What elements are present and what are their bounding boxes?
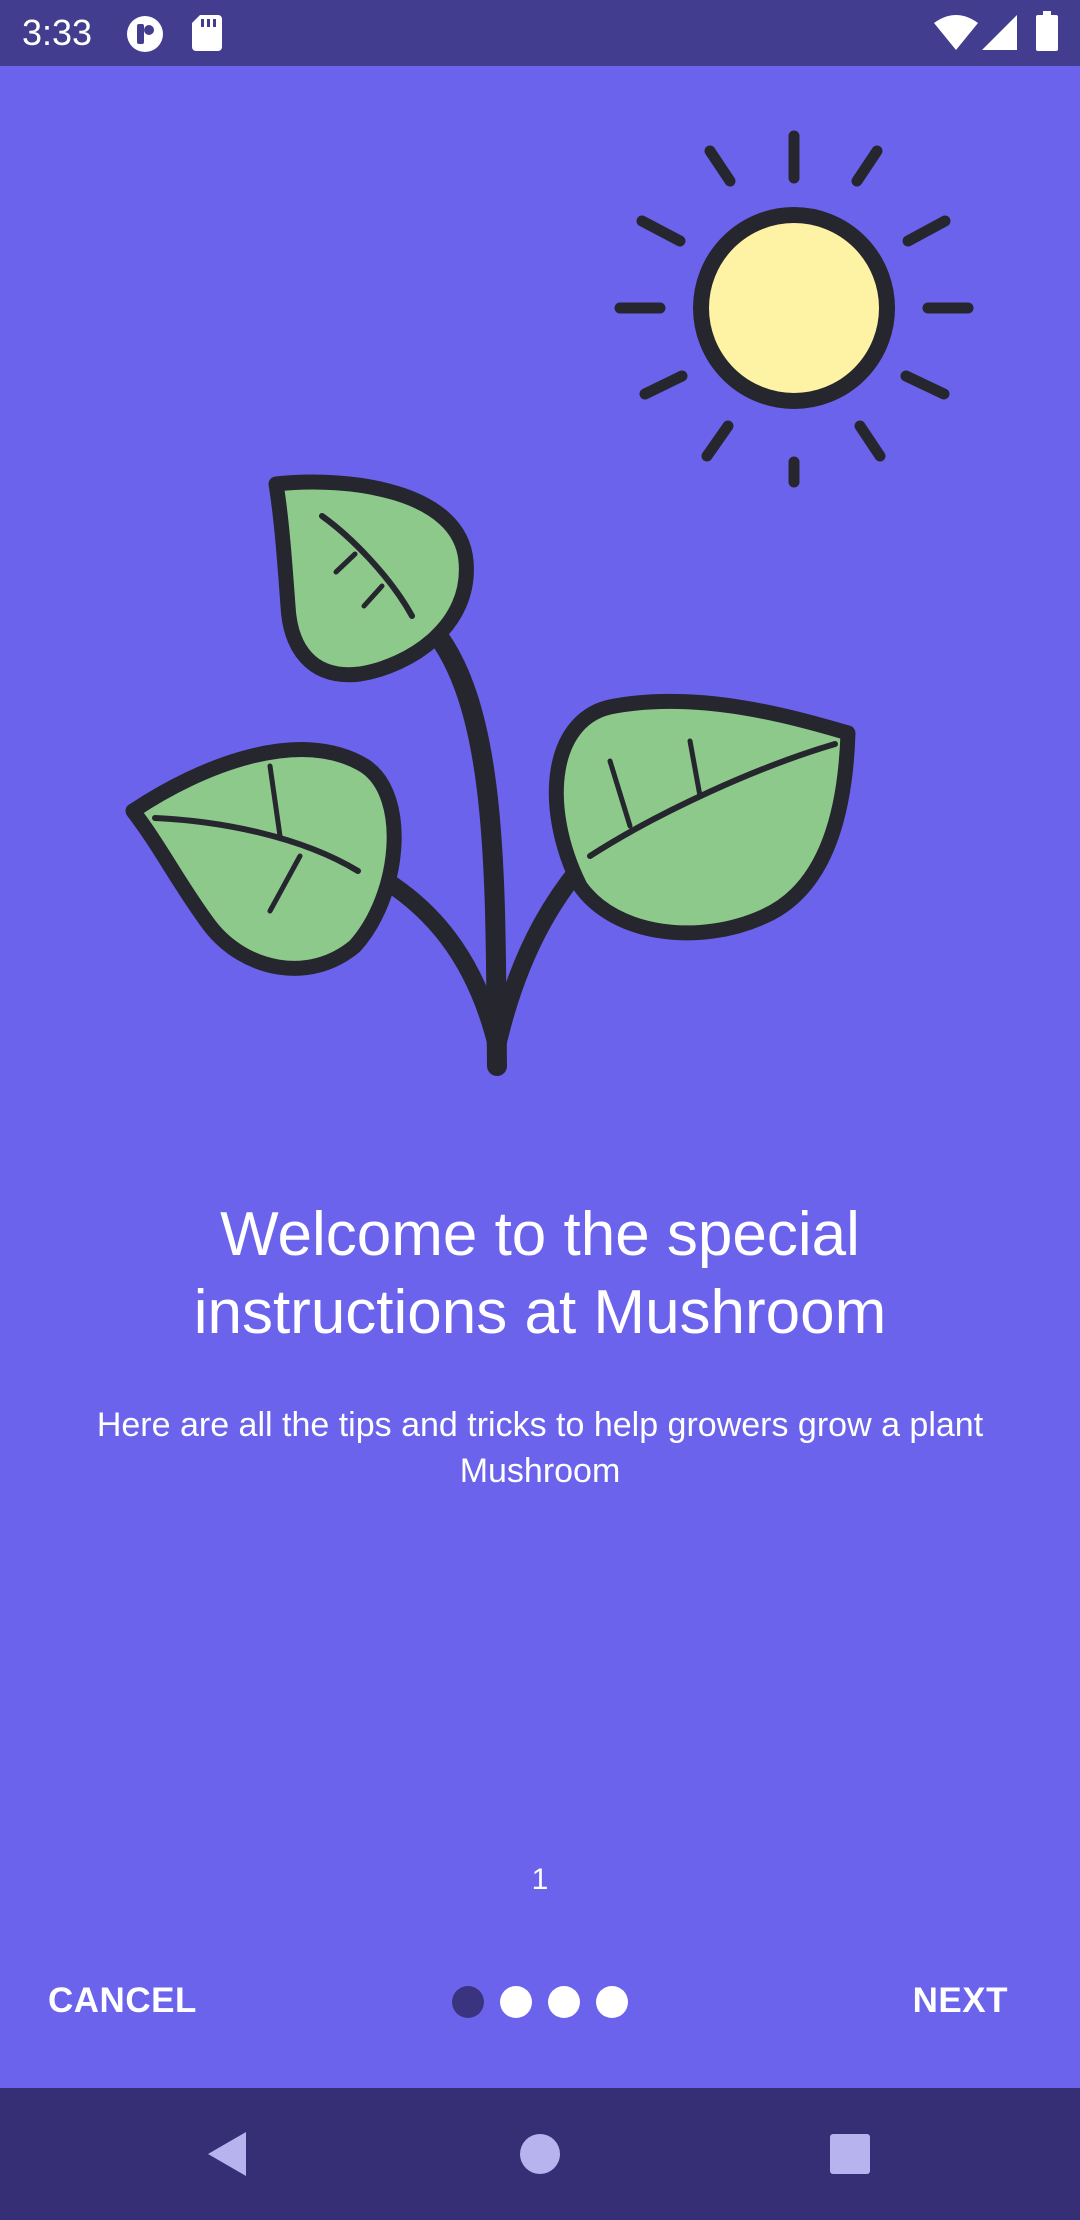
- page-dot-4[interactable]: [596, 1986, 628, 2018]
- onboarding-bottom-bar: CANCEL NEXT: [0, 1918, 1080, 2088]
- onboarding-title: Welcome to the special instructions at M…: [193, 1200, 887, 1347]
- status-time: 3:33: [22, 12, 93, 53]
- status-bar: 3:33: [0, 0, 1080, 66]
- recents-icon[interactable]: [810, 2114, 890, 2194]
- wifi-icon: [934, 15, 978, 50]
- sd-card-icon: [192, 15, 222, 51]
- cell-signal-icon: [982, 15, 1017, 50]
- onboarding-illustration: [0, 66, 1080, 1116]
- sun-icon: [614, 130, 974, 488]
- next-button[interactable]: NEXT: [913, 1966, 1008, 2036]
- system-nav-bar: [0, 2088, 1080, 2220]
- page-number: 1: [531, 1863, 549, 1896]
- page-dot-3[interactable]: [548, 1986, 580, 2018]
- battery-icon: [1036, 11, 1058, 51]
- back-icon[interactable]: [190, 2114, 270, 2194]
- onboarding-subtitle: Here are all the tips and tricks to help…: [96, 1406, 984, 1490]
- home-icon[interactable]: [500, 2114, 580, 2194]
- page-dot-2[interactable]: [500, 1986, 532, 2018]
- app-notification-icon: [127, 16, 163, 52]
- plant-leaves-icon: [125, 474, 856, 1076]
- page-dot-1[interactable]: [452, 1986, 484, 2018]
